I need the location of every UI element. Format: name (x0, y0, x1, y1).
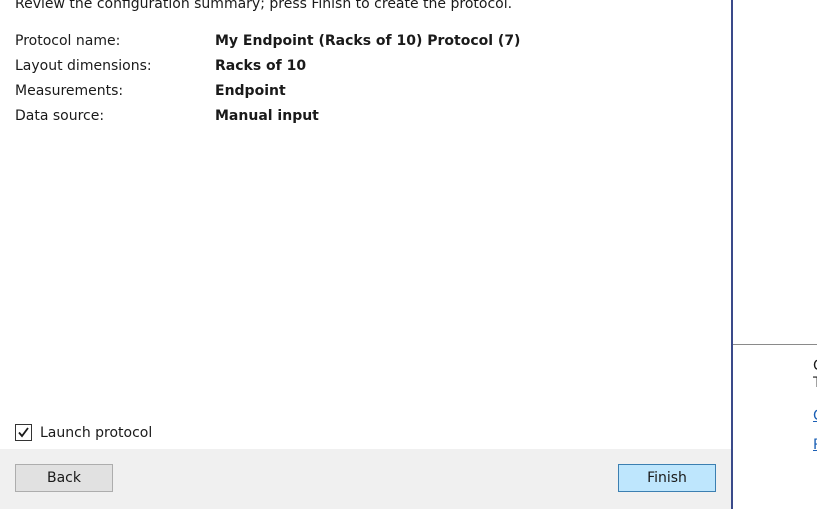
finish-button[interactable]: Finish (618, 464, 716, 492)
background-window-upper-area (733, 0, 817, 344)
summary-label: Layout dimensions: (15, 58, 152, 74)
summary-value: Manual input (215, 108, 319, 124)
summary-label: Protocol name: (15, 33, 121, 49)
summary-label: Measurements: (15, 83, 124, 99)
launch-protocol-checkbox[interactable] (15, 424, 32, 441)
background-window: C T C R (733, 0, 817, 509)
instruction-text: Review the configuration summary; press … (15, 0, 513, 12)
wizard-panel: Review the configuration summary; press … (0, 0, 731, 509)
wizard-window: Review the configuration summary; press … (0, 0, 817, 509)
background-text-1: C (813, 358, 817, 374)
background-link-2[interactable]: R (813, 437, 817, 453)
wizard-footer: Back Finish (0, 449, 731, 509)
back-button[interactable]: Back (15, 464, 113, 492)
background-divider (733, 344, 817, 345)
summary-value: Racks of 10 (215, 58, 307, 74)
background-text-2: T (813, 375, 817, 391)
summary-label: Data source: (15, 108, 105, 124)
checkmark-icon (18, 427, 29, 438)
launch-protocol-option[interactable]: Launch protocol (15, 424, 152, 441)
background-link-1[interactable]: C (813, 408, 817, 424)
launch-protocol-label: Launch protocol (40, 424, 153, 441)
summary-value: My Endpoint (Racks of 10) Protocol (7) (215, 33, 521, 49)
summary-value: Endpoint (215, 83, 286, 99)
